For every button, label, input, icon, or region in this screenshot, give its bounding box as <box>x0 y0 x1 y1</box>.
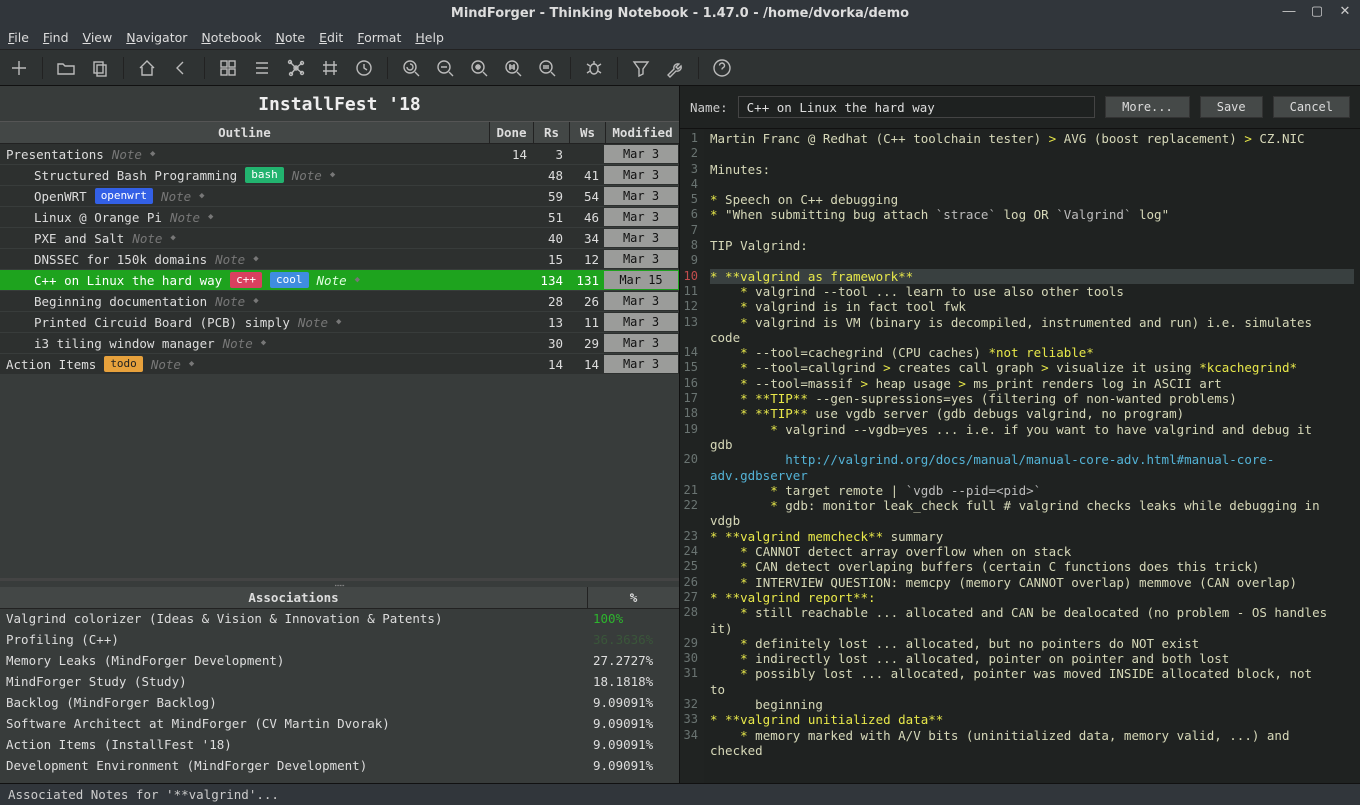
name-input[interactable] <box>738 96 1096 118</box>
menu-edit[interactable]: Edit <box>319 30 343 45</box>
help-icon[interactable] <box>709 55 735 81</box>
assoc-row[interactable]: MindForger Study (Study)18.1818% <box>0 672 679 693</box>
outline-row[interactable]: C++ on Linux the hard wayc++coolNote◆134… <box>0 270 679 291</box>
outline-row[interactable]: Beginning documentationNote◆2826Mar 3 <box>0 291 679 312</box>
assoc-header: Associations % <box>0 587 679 609</box>
assoc-row[interactable]: Development Environment (MindForger Deve… <box>0 756 679 777</box>
more-button[interactable]: More... <box>1105 96 1190 118</box>
menu-help[interactable]: Help <box>415 30 444 45</box>
outline-row[interactable]: Structured Bash ProgrammingbashNote◆4841… <box>0 165 679 186</box>
tag-cool: cool <box>270 272 309 288</box>
list-icon[interactable] <box>249 55 275 81</box>
outline-row[interactable]: Linux @ Orange PiNote◆5146Mar 3 <box>0 207 679 228</box>
editor[interactable]: 12345678910111213 141516171819 20 2122 2… <box>680 128 1360 783</box>
menu-navigator[interactable]: Navigator <box>126 30 187 45</box>
statusbar: Associated Notes for '**valgrind'... <box>0 783 1360 805</box>
name-label: Name: <box>690 100 728 115</box>
col-pct[interactable]: % <box>587 587 679 608</box>
zoom-spiral-icon[interactable] <box>398 55 424 81</box>
outline-row[interactable]: DNSSEC for 150k domainsNote◆1512Mar 3 <box>0 249 679 270</box>
col-rs[interactable]: Rs <box>533 122 569 143</box>
hash-icon[interactable] <box>317 55 343 81</box>
home-icon[interactable] <box>134 55 160 81</box>
page-title: InstallFest '18 <box>0 86 679 121</box>
menu-view[interactable]: View <box>83 30 113 45</box>
minimize-button[interactable]: — <box>1282 4 1296 18</box>
status-text: Associated Notes for '**valgrind'... <box>8 787 279 802</box>
graph-icon[interactable] <box>283 55 309 81</box>
assoc-row[interactable]: Valgrind colorizer (Ideas & Vision & Inn… <box>0 609 679 630</box>
grid-icon[interactable] <box>215 55 241 81</box>
tag-bash: bash <box>245 167 284 183</box>
close-button[interactable]: ✕ <box>1338 4 1352 18</box>
zoom-eq-icon[interactable] <box>534 55 560 81</box>
col-outline[interactable]: Outline <box>0 122 489 143</box>
tag-todo: todo <box>104 356 143 372</box>
menu-notebook[interactable]: Notebook <box>201 30 261 45</box>
filter-icon[interactable] <box>628 55 654 81</box>
menu-file[interactable]: File <box>8 30 29 45</box>
assoc-row[interactable]: Profiling (C++)36.3636% <box>0 630 679 651</box>
menu-format[interactable]: Format <box>357 30 401 45</box>
cancel-button[interactable]: Cancel <box>1273 96 1350 118</box>
new-icon[interactable] <box>6 55 32 81</box>
assoc-row[interactable]: Software Architect at MindForger (CV Mar… <box>0 714 679 735</box>
recent-icon[interactable] <box>351 55 377 81</box>
assoc-rows: Valgrind colorizer (Ideas & Vision & Inn… <box>0 609 679 777</box>
copy-icon[interactable] <box>87 55 113 81</box>
assoc-row[interactable]: Backlog (MindForger Backlog)9.09091% <box>0 693 679 714</box>
zoom-hash-icon[interactable] <box>500 55 526 81</box>
assoc-row[interactable]: Action Items (InstallFest '18)9.09091% <box>0 735 679 756</box>
open-folder-icon[interactable] <box>53 55 79 81</box>
col-modified[interactable]: Modified <box>605 122 679 143</box>
back-icon[interactable] <box>168 55 194 81</box>
titlebar: MindForger - Thinking Notebook - 1.47.0 … <box>0 0 1360 26</box>
menu-note[interactable]: Note <box>275 30 305 45</box>
col-ws[interactable]: Ws <box>569 122 605 143</box>
outline-row[interactable]: i3 tiling window managerNote◆3029Mar 3 <box>0 333 679 354</box>
toolbar <box>0 50 1360 86</box>
save-button[interactable]: Save <box>1200 96 1263 118</box>
outline-row[interactable]: OpenWRTopenwrtNote◆5954Mar 3 <box>0 186 679 207</box>
outline-header: Outline Done Rs Ws Modified <box>0 121 679 144</box>
maximize-button[interactable]: ▢ <box>1310 4 1324 18</box>
tag-openwrt: openwrt <box>95 188 153 204</box>
outline-rows: PresentationsNote◆143Mar 3Structured Bas… <box>0 144 679 375</box>
outline-row[interactable]: PresentationsNote◆143Mar 3 <box>0 144 679 165</box>
zoom-ast-icon[interactable] <box>466 55 492 81</box>
tools-icon[interactable] <box>662 55 688 81</box>
zoom-min-icon[interactable] <box>432 55 458 81</box>
menu-find[interactable]: Find <box>43 30 69 45</box>
outline-row[interactable]: PXE and SaltNote◆4034Mar 3 <box>0 228 679 249</box>
outline-row[interactable]: Printed Circuid Board (PCB) simplyNote◆1… <box>0 312 679 333</box>
tag-c++: c++ <box>230 272 262 288</box>
outline-row[interactable]: Action ItemstodoNote◆1414Mar 3 <box>0 354 679 375</box>
menubar: File Find View Navigator Notebook Note Edit For… <box>0 26 1360 50</box>
window-title: MindForger - Thinking Notebook - 1.47.0 … <box>451 6 909 21</box>
assoc-row[interactable]: Memory Leaks (MindForger Development)27.… <box>0 651 679 672</box>
bug-icon[interactable] <box>581 55 607 81</box>
col-assoc[interactable]: Associations <box>0 587 587 608</box>
col-done[interactable]: Done <box>489 122 533 143</box>
